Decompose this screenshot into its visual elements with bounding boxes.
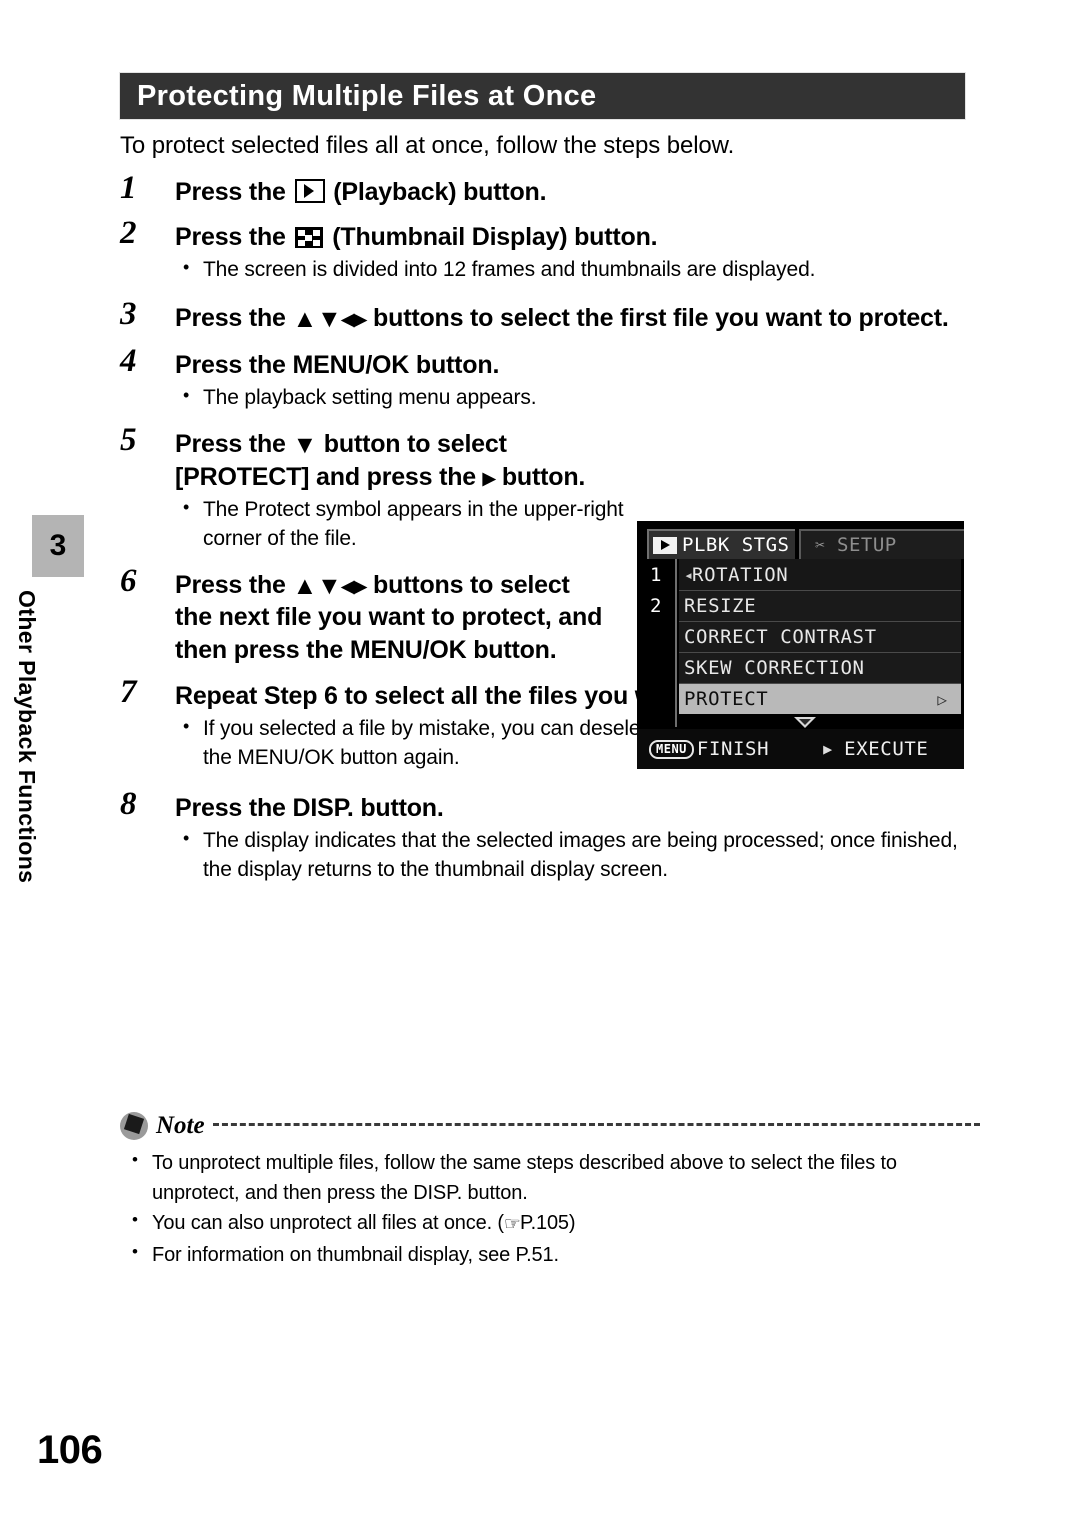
step-text-pre: Press the bbox=[175, 178, 293, 207]
intro-paragraph: To protect selected files all at once, f… bbox=[120, 132, 735, 159]
note-bullet-item: You can also unprotect all files at once… bbox=[120, 1207, 980, 1240]
step-bullets: The playback setting menu appears. bbox=[175, 383, 980, 413]
step-number: 2 bbox=[120, 214, 137, 251]
chapter-tab: 3 bbox=[32, 515, 84, 577]
note-icon bbox=[120, 1112, 148, 1140]
step-title: Press the (Thumbnail Display) button. bbox=[175, 221, 980, 253]
scroll-down-indicator-icon bbox=[794, 717, 816, 728]
chapter-title-vertical: Other Playback Functions bbox=[14, 590, 40, 884]
see-reference-icon: ☞ bbox=[503, 1214, 521, 1235]
lcd-finish-label: FINISH bbox=[696, 738, 770, 760]
lcd-menu-item-label: PROTECT bbox=[684, 688, 769, 710]
note-bullet-item: For information on thumbnail display, se… bbox=[120, 1239, 980, 1270]
step-text-pre: Press the bbox=[175, 430, 293, 459]
step-number: 5 bbox=[120, 422, 137, 459]
bullet-item: The Protect symbol appears in the upper-… bbox=[175, 495, 633, 553]
lcd-page-number[interactable]: 1 bbox=[650, 564, 661, 586]
chapter-number: 3 bbox=[49, 529, 67, 562]
right-arrow-icon: ▸ bbox=[482, 463, 496, 492]
lcd-menu-item-label: SKEW CORRECTION bbox=[684, 657, 865, 679]
bullet-item: The playback setting menu appears. bbox=[175, 383, 980, 413]
step-3: 3 Press the ▲▼◂▸ buttons to select the f… bbox=[120, 298, 980, 334]
main-content: To protect selected files all at once, f… bbox=[120, 130, 980, 885]
note-header: Note bbox=[120, 1112, 980, 1140]
lcd-page-column: 1 2 bbox=[647, 559, 677, 727]
note-divider bbox=[212, 1122, 980, 1126]
step-text-post: buttons to select the first file you wan… bbox=[366, 304, 949, 333]
step-number: 6 bbox=[120, 563, 137, 600]
chevron-right-icon: ▷ bbox=[937, 689, 947, 709]
bullet-item: The display indicates that the selected … bbox=[175, 826, 980, 884]
step-text-pre: Press the bbox=[175, 571, 293, 600]
lcd-menu-item-correct-contrast[interactable]: CORRECT CONTRAST bbox=[679, 621, 961, 652]
lcd-tab-label: SETUP bbox=[837, 534, 897, 556]
thumbnail-display-button-icon bbox=[294, 226, 323, 248]
step-number: 3 bbox=[120, 296, 137, 333]
lcd-menu-item-resize[interactable]: RESIZE bbox=[679, 590, 961, 621]
step-number: 7 bbox=[120, 673, 137, 710]
page-title-bar: Protecting Multiple Files at Once bbox=[120, 73, 965, 119]
playback-button-icon bbox=[294, 179, 325, 204]
wrench-tab-icon: ✂ bbox=[815, 535, 825, 554]
lcd-menu-item-rotation[interactable]: ◂ ROTATION bbox=[679, 559, 961, 590]
step-text-pre: Press the bbox=[175, 304, 293, 333]
bullet-item: The screen is divided into 12 frames and… bbox=[175, 255, 980, 285]
lcd-footer-bar: MENU FINISH ▶ EXECUTE bbox=[637, 729, 964, 769]
step-number: 8 bbox=[120, 786, 137, 823]
right-arrow-icon: ▶ bbox=[823, 740, 833, 758]
step-number: 1 bbox=[120, 170, 137, 207]
lcd-execute-label: EXECUTE bbox=[844, 738, 929, 760]
lcd-menu-item-label: RESIZE bbox=[684, 595, 757, 617]
lcd-tab-bar: PLBK STGS ✂ SETUP bbox=[647, 529, 964, 559]
lcd-page-number[interactable]: 2 bbox=[650, 595, 661, 617]
step-title: Press the ▲▼◂▸ buttons to select the fir… bbox=[175, 302, 980, 334]
lcd-menu-item-label: CORRECT CONTRAST bbox=[684, 626, 877, 648]
lcd-menu-item-protect[interactable]: PROTECT ▷ bbox=[679, 683, 961, 714]
lcd-menu-item-label: ROTATION bbox=[692, 563, 789, 586]
step-8: 8 Press the DISP. button. The display in… bbox=[120, 788, 980, 884]
step-4: 4 Press the MENU/OK button. The playback… bbox=[120, 344, 980, 413]
note-ref-page: P.105 bbox=[519, 1212, 569, 1234]
step-bullets: The display indicates that the selected … bbox=[175, 826, 980, 884]
lcd-tab-setup[interactable]: ✂ SETUP bbox=[799, 529, 964, 559]
note-block: Note To unprotect multiple files, follow… bbox=[120, 1112, 980, 1270]
note-ref-suffix: ) bbox=[568, 1212, 576, 1234]
step-bullets: The screen is divided into 12 frames and… bbox=[175, 255, 980, 285]
updown-leftright-arrows-icon: ▲▼◂▸ bbox=[292, 572, 367, 601]
step-text-post: (Playback) button. bbox=[326, 178, 547, 207]
step-number: 4 bbox=[120, 342, 137, 379]
step-2: 2 Press the (Thumbnail Display) button. … bbox=[120, 216, 980, 285]
playback-tab-icon bbox=[653, 536, 677, 554]
page-number: 106 bbox=[37, 1428, 103, 1472]
menu-button-badge: MENU bbox=[649, 739, 694, 759]
note-bullet-text: You can also unprotect all files at once… bbox=[152, 1212, 504, 1234]
step-text-post-2: button. bbox=[495, 462, 586, 491]
step-title: Press the ▲▼◂▸ buttons to select the nex… bbox=[175, 569, 605, 666]
page-title: Protecting Multiple Files at Once bbox=[137, 80, 597, 112]
lcd-menu-item-skew-correction[interactable]: SKEW CORRECTION bbox=[679, 652, 961, 683]
step-title: Press the DISP. button. bbox=[175, 794, 444, 823]
lcd-tab-label: PLBK STGS bbox=[682, 534, 790, 556]
lcd-tab-playback-settings[interactable]: PLBK STGS bbox=[647, 529, 795, 559]
step-title: Press the ▼ button to select [PROTECT] a… bbox=[175, 428, 605, 493]
note-label: Note bbox=[156, 1112, 205, 1139]
step-title: Press the (Playback) button. bbox=[175, 176, 980, 208]
note-bullet-item: To unprotect multiple files, follow the … bbox=[120, 1147, 980, 1208]
step-title: Press the MENU/OK button. bbox=[175, 350, 500, 379]
note-bullets: To unprotect multiple files, follow the … bbox=[120, 1147, 980, 1270]
down-arrow-icon: ▼ bbox=[292, 431, 318, 460]
step-1: 1 Press the (Playback) button. bbox=[120, 172, 980, 208]
camera-lcd-screenshot: PLBK STGS ✂ SETUP 1 2 ◂ ROTATION RESIZE … bbox=[637, 521, 964, 769]
updown-leftright-arrows-icon: ▲▼◂▸ bbox=[292, 305, 367, 334]
step-text-pre: Press the bbox=[175, 222, 293, 251]
lcd-menu-list: ◂ ROTATION RESIZE CORRECT CONTRAST SKEW … bbox=[679, 559, 961, 714]
step-text-post: (Thumbnail Display) button. bbox=[325, 222, 658, 251]
